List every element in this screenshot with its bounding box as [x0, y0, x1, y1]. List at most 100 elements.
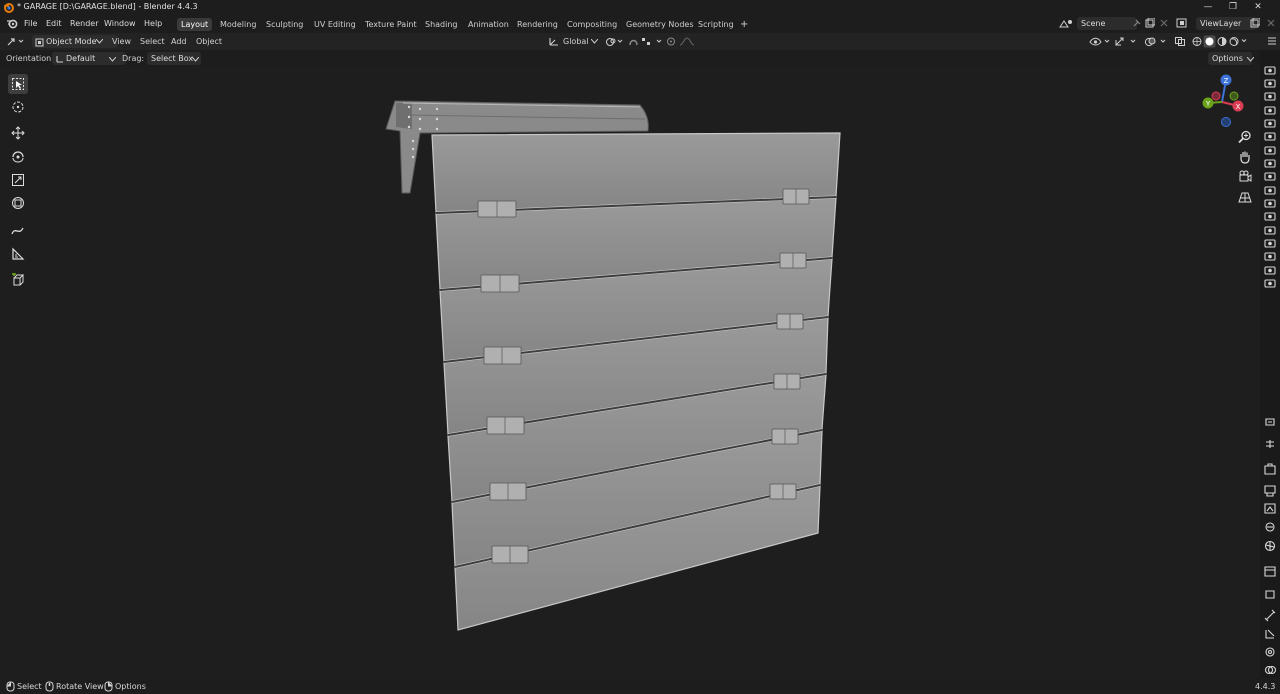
tab-layout[interactable]: Layout — [177, 18, 213, 31]
pivot-point-icon[interactable] — [604, 36, 624, 47]
navigation-gizmo[interactable]: Z X Y — [1196, 72, 1252, 130]
menu-view[interactable]: View — [112, 35, 131, 48]
rotate-icon — [12, 151, 24, 163]
perspective-toggle-icon[interactable] — [1238, 190, 1252, 204]
gizmo-toggle-icon[interactable] — [1113, 36, 1139, 47]
tab-texture-paint[interactable]: Texture Paint — [361, 18, 421, 31]
status-bar: Select Rotate View Options 4.4.3 — [0, 678, 1280, 694]
properties-strip — [1260, 50, 1280, 678]
title-bar: * GARAGE [D:\GARAGE.blend] - Blender 4.4… — [0, 0, 1280, 15]
viewport-header: Object Mode View Select Add Object Globa… — [0, 33, 1280, 50]
gizmo-z-label: Z — [1224, 77, 1229, 85]
menu-object[interactable]: Object — [196, 35, 222, 48]
tab-geometry-nodes[interactable]: Geometry Nodes — [622, 18, 697, 31]
middle-mouse-icon — [45, 681, 54, 692]
annotate-icon — [11, 227, 24, 235]
scene-icon[interactable] — [1058, 18, 1076, 29]
tab-modeling[interactable]: Modeling — [216, 18, 260, 31]
solid-shading-icon[interactable] — [1205, 37, 1214, 46]
zoom-icon[interactable] — [1238, 130, 1252, 144]
chevron-down-icon — [109, 57, 116, 62]
pin-icon[interactable] — [1131, 18, 1141, 28]
right-mouse-icon — [104, 681, 113, 692]
snap-icon[interactable] — [628, 36, 640, 47]
options-label: Options — [1212, 54, 1243, 63]
menu-edit[interactable]: Edit — [46, 18, 62, 30]
pan-hand-icon[interactable] — [1238, 150, 1252, 164]
tool-settings-bar: Orientation: Default Drag: Select Box Op… — [0, 50, 1280, 67]
overlays-icon[interactable] — [1143, 36, 1169, 47]
tab-compositing[interactable]: Compositing — [563, 18, 621, 31]
status-options: Options — [115, 682, 146, 691]
menu-add[interactable]: Add — [171, 35, 187, 48]
new-viewlayer-icon[interactable] — [1250, 18, 1260, 28]
xray-icon[interactable] — [1174, 36, 1186, 47]
version-label: 4.4.3 — [1255, 682, 1276, 691]
menu-bar: File Edit Render Window Help Layout Mode… — [0, 15, 1280, 33]
orientation-value: Default — [66, 54, 96, 63]
scale-tool[interactable] — [8, 170, 28, 190]
transform-orientation-icon — [549, 38, 558, 46]
rotate-tool[interactable] — [8, 147, 28, 167]
tab-animation[interactable]: Animation — [464, 18, 513, 31]
camera-view-icon[interactable] — [1238, 170, 1252, 184]
editor-type-icon[interactable] — [6, 36, 26, 47]
orientation-icon — [56, 56, 63, 63]
tab-uv-editing[interactable]: UV Editing — [310, 18, 360, 31]
tab-rendering[interactable]: Rendering — [513, 18, 562, 31]
add-cube-tool[interactable] — [8, 270, 28, 290]
restore-button[interactable]: ❐ — [1221, 0, 1245, 15]
chevron-down-icon — [192, 57, 199, 62]
blender-logo-icon — [4, 3, 14, 13]
transform-orientation-dropdown[interactable]: Global — [563, 35, 589, 48]
measure-icon — [12, 247, 25, 260]
menu-file[interactable]: File — [24, 18, 37, 30]
garage-door-mesh[interactable] — [0, 67, 1260, 678]
delete-scene-icon[interactable] — [1159, 18, 1169, 28]
sidebar-toggle-icon[interactable] — [1266, 36, 1278, 47]
menu-select[interactable]: Select — [140, 35, 165, 48]
transform-tool[interactable] — [8, 193, 28, 213]
properties-tabs[interactable] — [1263, 416, 1277, 678]
menu-help[interactable]: Help — [144, 18, 162, 30]
close-button[interactable]: ✕ — [1246, 0, 1270, 15]
menu-window[interactable]: Window — [104, 18, 136, 30]
tab-sculpting[interactable]: Sculpting — [262, 18, 307, 31]
measure-tool[interactable] — [8, 244, 28, 264]
chevron-down-icon — [591, 39, 598, 44]
tab-scripting[interactable]: Scripting — [694, 18, 738, 31]
collection-camera-icons — [1264, 66, 1276, 288]
3d-viewport[interactable]: Z X Y — [0, 67, 1260, 678]
proportional-editing-icon[interactable] — [666, 36, 698, 47]
select-box-icon — [12, 78, 24, 90]
cursor-icon — [12, 101, 24, 113]
move-icon — [11, 126, 25, 140]
gizmo-y-label: Y — [1205, 100, 1211, 108]
drag-label: Drag: — [122, 54, 145, 63]
visibility-selectability-icon[interactable] — [1088, 36, 1112, 47]
chevron-down-icon — [96, 39, 103, 44]
status-rotate-view: Rotate View — [56, 682, 104, 691]
snap-target-icon[interactable] — [640, 36, 664, 47]
options-dropdown[interactable]: Options — [1208, 52, 1252, 65]
object-mode-icon — [35, 38, 44, 47]
mode-label: Object Mode — [46, 37, 97, 46]
viewlayer-icon[interactable] — [1176, 18, 1194, 29]
shading-modes — [1192, 35, 1247, 48]
cursor-tool[interactable] — [8, 97, 28, 117]
menu-render[interactable]: Render — [70, 18, 98, 30]
move-tool[interactable] — [8, 123, 28, 143]
orientation-label: Orientation: — [6, 54, 54, 63]
blender-menu-icon[interactable] — [6, 18, 18, 29]
select-box-tool[interactable] — [8, 74, 28, 94]
viewlayer-field[interactable]: ViewLayer — [1196, 17, 1256, 30]
add-workspace-button[interactable]: + — [736, 18, 752, 31]
delete-viewlayer-icon[interactable] — [1266, 18, 1276, 28]
annotate-tool[interactable] — [8, 220, 28, 240]
scene-field[interactable]: Scene — [1077, 17, 1137, 30]
minimize-button[interactable]: — — [1196, 0, 1220, 15]
new-scene-icon[interactable] — [1145, 18, 1155, 28]
mode-dropdown[interactable]: Object Mode — [32, 35, 118, 48]
window-title: * GARAGE [D:\GARAGE.blend] - Blender 4.4… — [17, 2, 198, 11]
tab-shading[interactable]: Shading — [421, 18, 462, 31]
